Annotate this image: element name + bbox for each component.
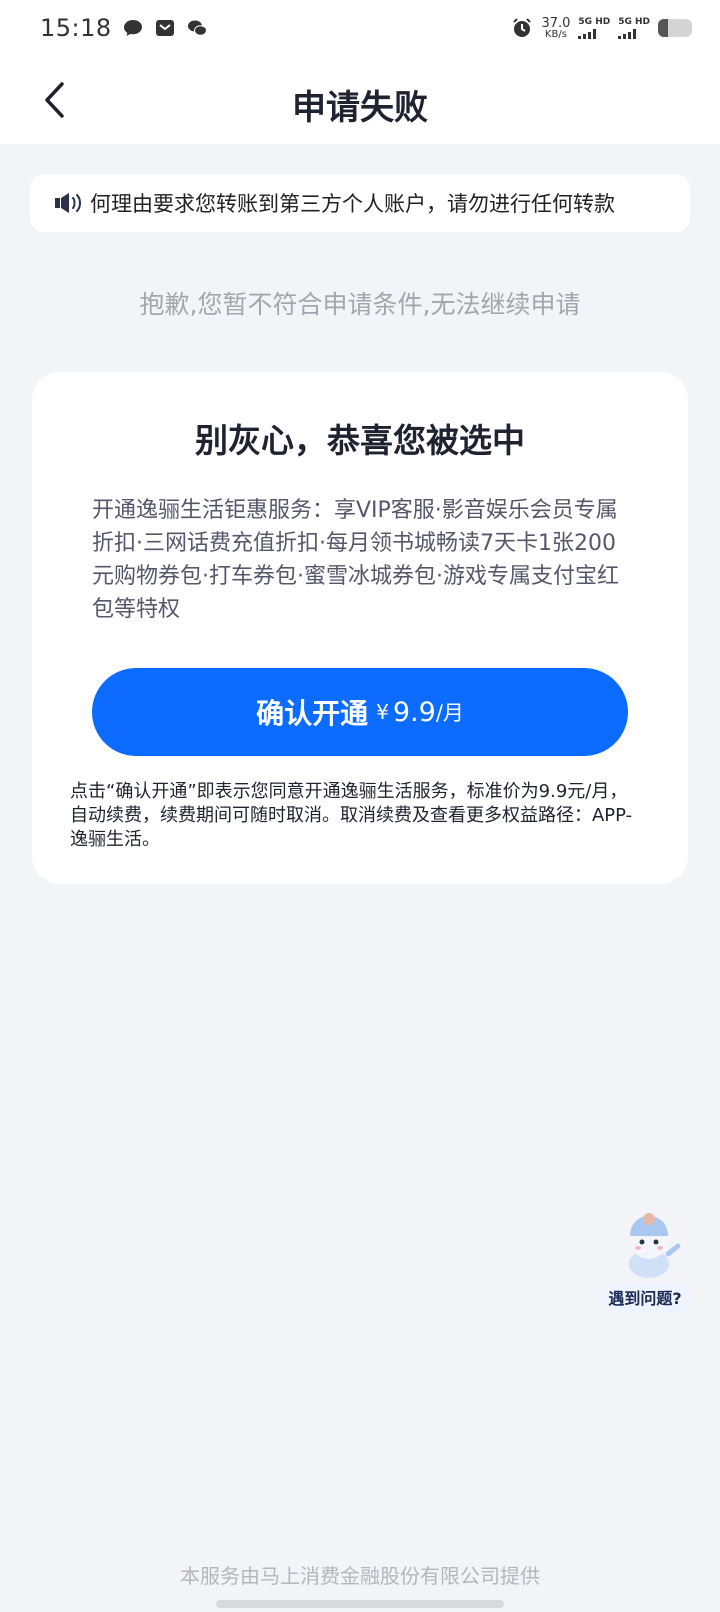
- page-title: 申请失败: [292, 88, 428, 128]
- sim2-signal: 5G HD: [618, 16, 650, 39]
- alarm-icon: [511, 17, 533, 39]
- net-speed-unit: KB/s: [544, 28, 567, 40]
- status-time: 15:18: [40, 14, 112, 42]
- sim2-label: 5G HD: [618, 16, 650, 27]
- chat-bubble-icon: [122, 17, 144, 39]
- help-label: 遇到问题?: [600, 1282, 690, 1312]
- price-period: /月: [435, 701, 464, 725]
- notice-banner: 何理由要求您转账到第三方个人账户，请勿进行任何转款: [30, 174, 690, 232]
- offer-title: 别灰心，恭喜您被选中: [195, 421, 525, 460]
- battery-fill: [658, 19, 669, 37]
- provider-footer: 本服务由马上消费金融股份有限公司提供: [180, 1564, 540, 1588]
- net-speed-value: 37.0: [541, 15, 571, 31]
- signal-bars-icon: [618, 28, 637, 39]
- status-bar: 15:18 37.0 KB/s 5G HD 5G HD: [0, 0, 720, 56]
- confirm-subscribe-button[interactable]: 确认开通 ¥ 9.9 /月: [92, 668, 628, 756]
- signal-bars-icon: [578, 28, 597, 39]
- help-float-button[interactable]: 遇到问题?: [598, 1210, 694, 1314]
- nav-bar: 申请失败: [0, 56, 720, 144]
- confirm-button-label: 确认开通: [256, 697, 369, 730]
- offer-card: 别灰心，恭喜您被选中 开通逸骊生活钜惠服务：享VIP客服·影音娱乐会员专属折扣·…: [32, 372, 688, 884]
- sim1-label: 5G HD: [578, 16, 611, 27]
- offer-description: 开通逸骊生活钜惠服务：享VIP客服·影音娱乐会员专属折扣·三网话费充值折扣·每月…: [92, 498, 619, 622]
- mail-icon: [154, 17, 176, 39]
- wechat-icon: [186, 17, 208, 39]
- home-indicator[interactable]: [216, 1600, 504, 1608]
- price-currency: ¥: [376, 700, 389, 724]
- status-left: 15:18: [40, 14, 208, 42]
- status-right: 37.0 KB/s 5G HD 5G HD: [511, 17, 692, 40]
- notice-text: 何理由要求您转账到第三方个人账户，请勿进行任何转款: [90, 192, 615, 216]
- battery-icon: [658, 19, 692, 37]
- price-value: 9.9: [392, 696, 436, 728]
- net-speed: 37.0 KB/s: [541, 17, 570, 40]
- speaker-icon: [54, 191, 84, 215]
- mascot-icon: [629, 1213, 681, 1278]
- failure-message: 抱歉,您暂不符合申请条件,无法继续申请: [139, 290, 581, 319]
- terms-note: 点击“确认开通”即表示您同意开通逸骊生活服务，标准价为9.9元/月，自动续费，续…: [70, 781, 633, 850]
- sim1-signal: 5G HD: [578, 16, 611, 39]
